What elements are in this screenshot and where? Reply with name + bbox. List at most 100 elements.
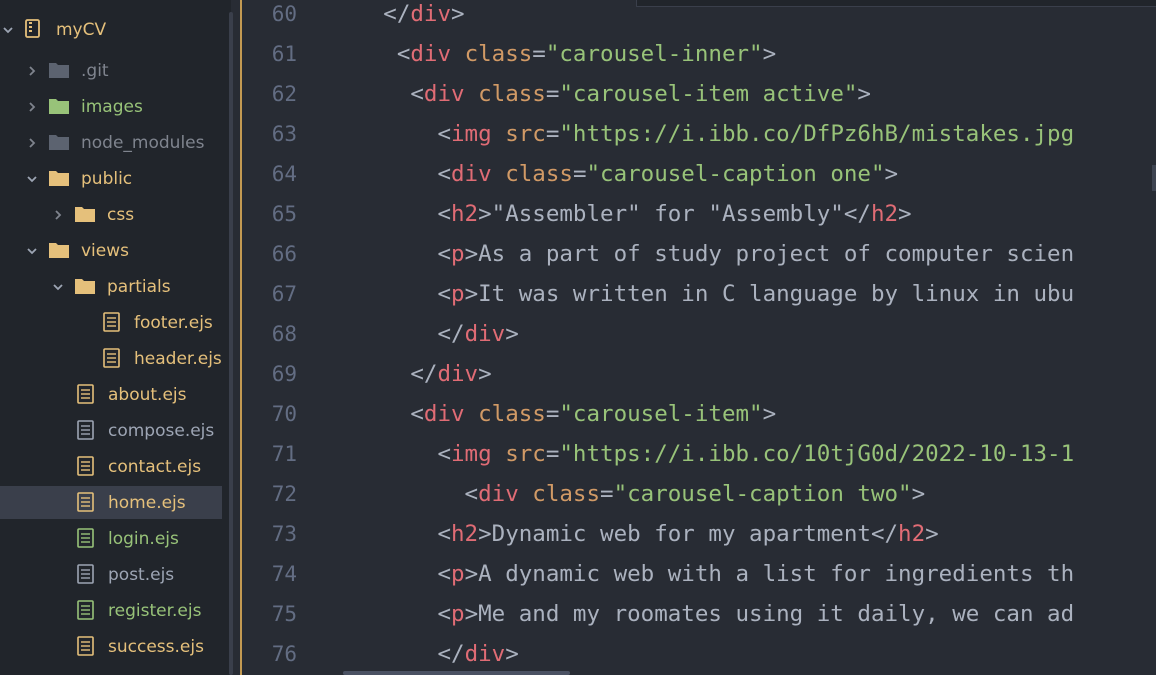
code-line[interactable]: <p>It was written in C language by linux… — [302, 274, 1074, 314]
chevron-right-icon[interactable] — [52, 208, 64, 222]
tree-item-success-ejs[interactable]: success.ejs — [0, 630, 222, 663]
tree-item-home-ejs[interactable]: home.ejs — [0, 486, 222, 519]
code-token: > — [464, 601, 479, 627]
code-line[interactable]: <h2>"Assembler" for "Assembly"</h2> — [302, 194, 911, 234]
tree-item-label: node_modules — [81, 133, 205, 153]
code-token: > — [464, 241, 479, 267]
chevron-down-icon[interactable] — [2, 23, 14, 37]
tree-item-register-ejs[interactable]: register.ejs — [0, 594, 222, 627]
code-token: img — [451, 121, 492, 147]
code-token: "carousel-caption two" — [613, 481, 912, 507]
folder-icon — [48, 132, 70, 152]
find-panel-edge — [636, 0, 1156, 7]
code-line[interactable]: <h2>Dynamic web for my apartment</h2> — [302, 514, 938, 554]
code-token: class — [464, 41, 533, 67]
tree-root-mycv[interactable]: myCV — [0, 13, 222, 46]
line-number: 61 — [271, 42, 297, 66]
code-token: < — [302, 481, 479, 507]
code-line[interactable]: <img src="https://i.ibb.co/10tjG0d/2022-… — [302, 434, 1074, 474]
tree-item-compose-ejs[interactable]: compose.ejs — [0, 414, 222, 447]
line-number: 62 — [271, 82, 297, 106]
code-line[interactable]: <p>As a part of study project of compute… — [302, 234, 1074, 274]
sidebar-scrollbar[interactable] — [229, 12, 233, 675]
tree-item-contact-ejs[interactable]: contact.ejs — [0, 450, 222, 483]
code-token: > — [911, 481, 926, 507]
line-number: 71 — [271, 442, 297, 466]
vertical-scrollbar-thumb[interactable] — [1152, 165, 1156, 191]
tree-item-css[interactable]: css — [0, 198, 222, 231]
code-token: div — [423, 401, 465, 427]
tree-item-label: footer.ejs — [134, 313, 213, 333]
tree-item-partials[interactable]: partials — [0, 270, 222, 303]
code-line[interactable]: </div> — [302, 634, 518, 674]
chevron-down-icon[interactable] — [52, 280, 64, 294]
file-text-icon — [75, 528, 97, 548]
tree-item-node-modules[interactable]: node_modules — [0, 126, 222, 159]
code-token: A dynamic web with a list for ingredient… — [478, 561, 1075, 587]
chevron-right-icon[interactable] — [26, 100, 38, 114]
code-token: "https://i.ibb.co/10tjG0d/2022-10-13-1 — [559, 441, 1075, 467]
code-line[interactable]: <div class="carousel-caption one"> — [302, 154, 898, 194]
line-number: 66 — [271, 242, 297, 266]
code-token: </ — [843, 201, 871, 227]
code-line[interactable]: <div class="carousel-inner"> — [302, 34, 776, 74]
code-line[interactable]: <div class="carousel-item"> — [302, 394, 776, 434]
code-token: < — [302, 121, 452, 147]
code-editor[interactable]: </div> <div class="carousel-inner"> <div… — [302, 0, 1156, 675]
code-token: > — [762, 401, 777, 427]
code-token: > — [857, 81, 871, 107]
tree-item-images[interactable]: images — [0, 90, 222, 123]
tree-item-git[interactable]: .git — [0, 54, 222, 87]
code-token: "carousel-caption one" — [586, 161, 885, 187]
code-token: </ — [302, 321, 465, 347]
tree-item-label: about.ejs — [108, 385, 187, 405]
code-line[interactable]: </div> — [302, 314, 518, 354]
tree-item-views[interactable]: views — [0, 234, 222, 267]
code-token: src — [505, 121, 546, 147]
line-number: 75 — [271, 602, 297, 626]
tree-item-label: images — [81, 97, 143, 117]
tree-item-footer-ejs[interactable]: footer.ejs — [0, 306, 222, 339]
code-token: Dynamic web for my apartment — [491, 521, 871, 547]
tree-item-about-ejs[interactable]: about.ejs — [0, 378, 222, 411]
tree-item-login-ejs[interactable]: login.ejs — [0, 522, 222, 555]
file-text-icon — [75, 420, 97, 440]
tree-item-post-ejs[interactable]: post.ejs — [0, 558, 222, 591]
code-token: </ — [302, 361, 438, 387]
code-token: = — [572, 161, 587, 187]
chevron-right-icon[interactable] — [26, 64, 38, 78]
folder-icon — [74, 276, 96, 296]
code-token: "https://i.ibb.co/DfPz6hB/mistakes.jpg — [559, 121, 1075, 147]
code-token: < — [302, 601, 452, 627]
code-token: h2 — [898, 521, 926, 547]
tree-item-header-ejs[interactable]: header.ejs — [0, 342, 222, 375]
chevron-down-icon[interactable] — [26, 172, 38, 186]
code-token: </ — [870, 521, 899, 547]
code-token: class — [478, 401, 546, 427]
code-token: It was written in C language by linux in… — [478, 281, 1075, 307]
tree-item-label: contact.ejs — [108, 457, 202, 477]
code-line[interactable]: <img src="https://i.ibb.co/DfPz6hB/mista… — [302, 114, 1074, 154]
chevron-right-icon[interactable] — [26, 136, 38, 150]
folder-icon — [48, 96, 70, 116]
file-text-icon — [101, 348, 123, 368]
code-token: < — [302, 81, 424, 107]
code-token: < — [302, 281, 452, 307]
code-token: p — [451, 241, 465, 267]
code-line[interactable]: </div> — [302, 354, 491, 394]
code-token: > — [478, 521, 492, 547]
horizontal-scrollbar[interactable] — [343, 671, 570, 675]
chevron-down-icon[interactable] — [26, 244, 38, 258]
code-token: = — [532, 41, 546, 67]
line-number: 68 — [271, 322, 297, 346]
folder-icon — [74, 204, 96, 224]
code-line[interactable]: <div class="carousel-caption two"> — [302, 474, 926, 514]
code-line[interactable]: <div class="carousel-item active"> — [302, 74, 871, 114]
code-line[interactable]: <p>Me and my roomates using it daily, we… — [302, 594, 1074, 634]
code-line[interactable]: </div> — [302, 0, 464, 34]
tree-item-public[interactable]: public — [0, 162, 222, 195]
code-line[interactable]: <p>A dynamic web with a list for ingredi… — [302, 554, 1074, 594]
